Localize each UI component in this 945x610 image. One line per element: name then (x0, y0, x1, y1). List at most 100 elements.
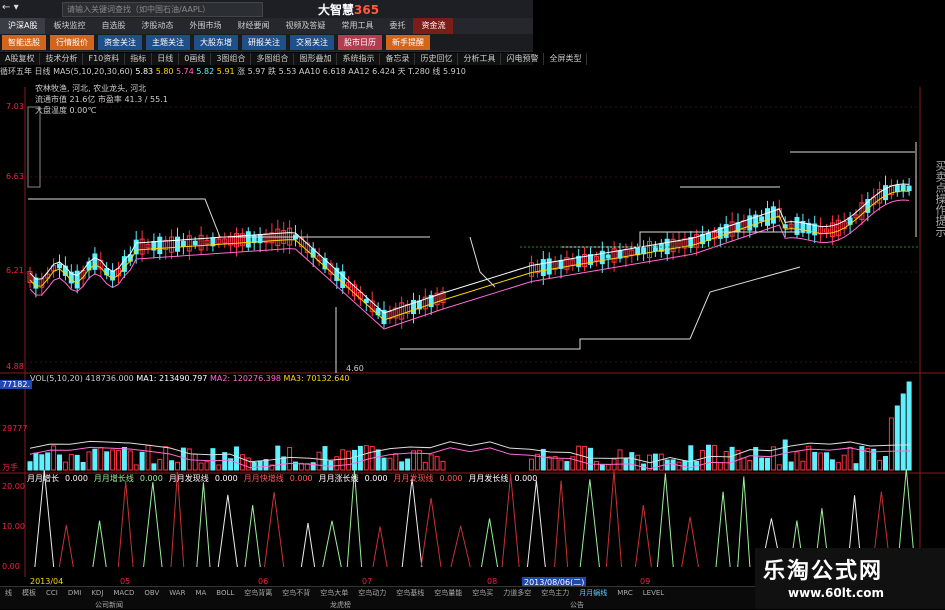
indicator-tab[interactable]: 月月蜗线 (574, 587, 612, 600)
indicator-tab[interactable]: MRC (612, 587, 637, 600)
volume-bar (434, 456, 440, 471)
toolbar-item[interactable]: 历史回忆 (415, 53, 459, 65)
toolbar-item[interactable]: F10资料 (83, 53, 126, 65)
nav-buttons[interactable]: ← ▾ (2, 2, 19, 13)
indicator-tab[interactable]: 模板 (17, 587, 41, 600)
toolbar-item[interactable]: 指标 (125, 53, 153, 65)
toolbar-item[interactable]: 备忘录 (380, 53, 416, 65)
indicator-tab[interactable]: 空鸟动力 (353, 587, 391, 600)
menu-item[interactable]: 自选股 (93, 18, 133, 34)
tab-item[interactable]: 研报关注 (242, 35, 286, 50)
status-bar: 公司新闻 龙虎榜 公告 (0, 600, 760, 609)
indicator-tab[interactable]: 空鸟量能 (429, 587, 467, 600)
menu-item[interactable]: 视频及答疑 (277, 18, 333, 34)
volume-bar (33, 452, 39, 471)
back-icon[interactable]: ← (2, 2, 10, 13)
tab-item[interactable]: 智能选股 (2, 35, 46, 50)
volume-bar (747, 460, 753, 471)
volume-bar (139, 451, 145, 471)
menu-item[interactable]: 资金流 (413, 18, 454, 34)
toolbar-item[interactable]: 日线 (152, 53, 180, 65)
toolbar-item[interactable]: 0画线 (179, 53, 212, 65)
indicator-tab[interactable]: MACD (108, 587, 139, 600)
chart-canvas[interactable] (0, 77, 945, 577)
volume-bar (753, 447, 759, 471)
candle-body (104, 268, 110, 276)
indicator-line: 月月增长 0.000 月月增长线 0.000 月月发现线 0.000 月月快增线 0.000 月… (27, 474, 945, 484)
indicator-tab[interactable]: DMI (63, 587, 87, 600)
volume-bar (204, 461, 210, 471)
indicator-tab[interactable]: OBV (139, 587, 164, 600)
indicator-spike (401, 478, 423, 568)
indicator-tab[interactable]: 线 (0, 587, 17, 600)
menu-item[interactable]: 常用工具 (333, 18, 381, 34)
price-axis-label: 6.21 (6, 266, 24, 275)
candle-body (540, 259, 546, 276)
indicator-tab[interactable]: 空鸟基线 (391, 587, 429, 600)
toolbar-item[interactable]: 多图组合 (251, 53, 295, 65)
menu-item[interactable]: 板块监控 (45, 18, 93, 34)
indicator-spike (420, 497, 442, 568)
indicator-tab[interactable]: 空鸟大单 (315, 587, 353, 600)
volume-bar (564, 461, 570, 471)
toolbar-item[interactable]: 闪电预警 (501, 53, 545, 65)
volume-bar (145, 444, 151, 471)
menu-item[interactable]: 涉股动态 (133, 18, 181, 34)
volume-bar (322, 446, 328, 471)
toolbar-item[interactable]: 系统指示 (337, 53, 381, 65)
volume-line: VOL(5,10,20) 418736.000 MA1: 213490.797 … (0, 374, 945, 384)
tab-item[interactable]: 交易关注 (290, 35, 334, 50)
toolbar-item[interactable]: A股复权 (0, 53, 41, 65)
volume-bar (80, 462, 86, 471)
volume-bar (175, 461, 180, 471)
volume-bar (352, 449, 357, 471)
indicator-spike (501, 474, 520, 568)
indicator-spike (634, 504, 652, 568)
volume-bar (877, 459, 883, 471)
tab-item[interactable]: 大股东增 (194, 35, 238, 50)
tab-item[interactable]: 行情报价 (50, 35, 94, 50)
volume-bar (375, 449, 381, 471)
indicator-tab[interactable]: 空鸟主力 (536, 587, 574, 600)
menu-item[interactable]: 财经要闻 (229, 18, 277, 34)
tab-item[interactable]: 主题关注 (146, 35, 190, 50)
tab-item[interactable]: 股市日历 (338, 35, 382, 50)
search-input[interactable]: 请输入关键词查找（如中国石油/AAPL） (62, 2, 263, 17)
indicator-tab[interactable]: BOLL (211, 587, 239, 600)
tab-item[interactable]: 新手提醒 (386, 35, 430, 50)
menu-item[interactable]: 外围市场 (181, 18, 229, 34)
volume-bar (121, 447, 127, 471)
indicator-tab[interactable]: 力道多空 (498, 587, 536, 600)
volume-bar (245, 457, 251, 471)
chevron-down-icon[interactable]: ▾ (14, 2, 19, 13)
toolbar-item[interactable]: 全屏类型 (544, 53, 588, 65)
indicator-tab[interactable]: 空鸟背离 (239, 587, 277, 600)
candle-body (906, 185, 912, 192)
volume-bar (163, 446, 169, 471)
toolbar-item[interactable]: 技术分析 (40, 53, 84, 65)
volume-bar (588, 447, 593, 471)
date-month: 09 (640, 577, 651, 586)
indicator-spike (450, 525, 471, 568)
volume-bar (765, 457, 770, 471)
indicator-spike (92, 520, 107, 568)
toolbar-item[interactable]: 分析工具 (458, 53, 502, 65)
indicator-tab[interactable]: CCI (41, 587, 63, 600)
ma-value-2: 5.80 (155, 67, 174, 76)
toolbar-item[interactable]: 3图组合 (211, 53, 252, 65)
indicator-tab[interactable]: 空鸟不背 (277, 587, 315, 600)
ma-label: MA5(5,10,20,30,60) (53, 67, 133, 76)
indicator-tab[interactable]: WAR (164, 587, 190, 600)
indicator-tab[interactable]: MA (190, 587, 211, 600)
menu-item[interactable]: 沪深A股 (0, 18, 46, 34)
volume-bar (340, 449, 346, 471)
candle-body (900, 184, 906, 192)
indicator-tab[interactable]: 空鸟买 (467, 587, 498, 600)
menu-item[interactable]: 委托 (381, 18, 413, 34)
indicator-tab[interactable]: LEVEL (638, 587, 669, 600)
chart-name: 循环五年 日线 (0, 67, 51, 76)
indicator-tab[interactable]: KDJ (86, 587, 108, 600)
volume-bar (216, 464, 222, 471)
toolbar-item[interactable]: 图形叠加 (294, 53, 338, 65)
tab-item[interactable]: 资金关注 (98, 35, 142, 50)
